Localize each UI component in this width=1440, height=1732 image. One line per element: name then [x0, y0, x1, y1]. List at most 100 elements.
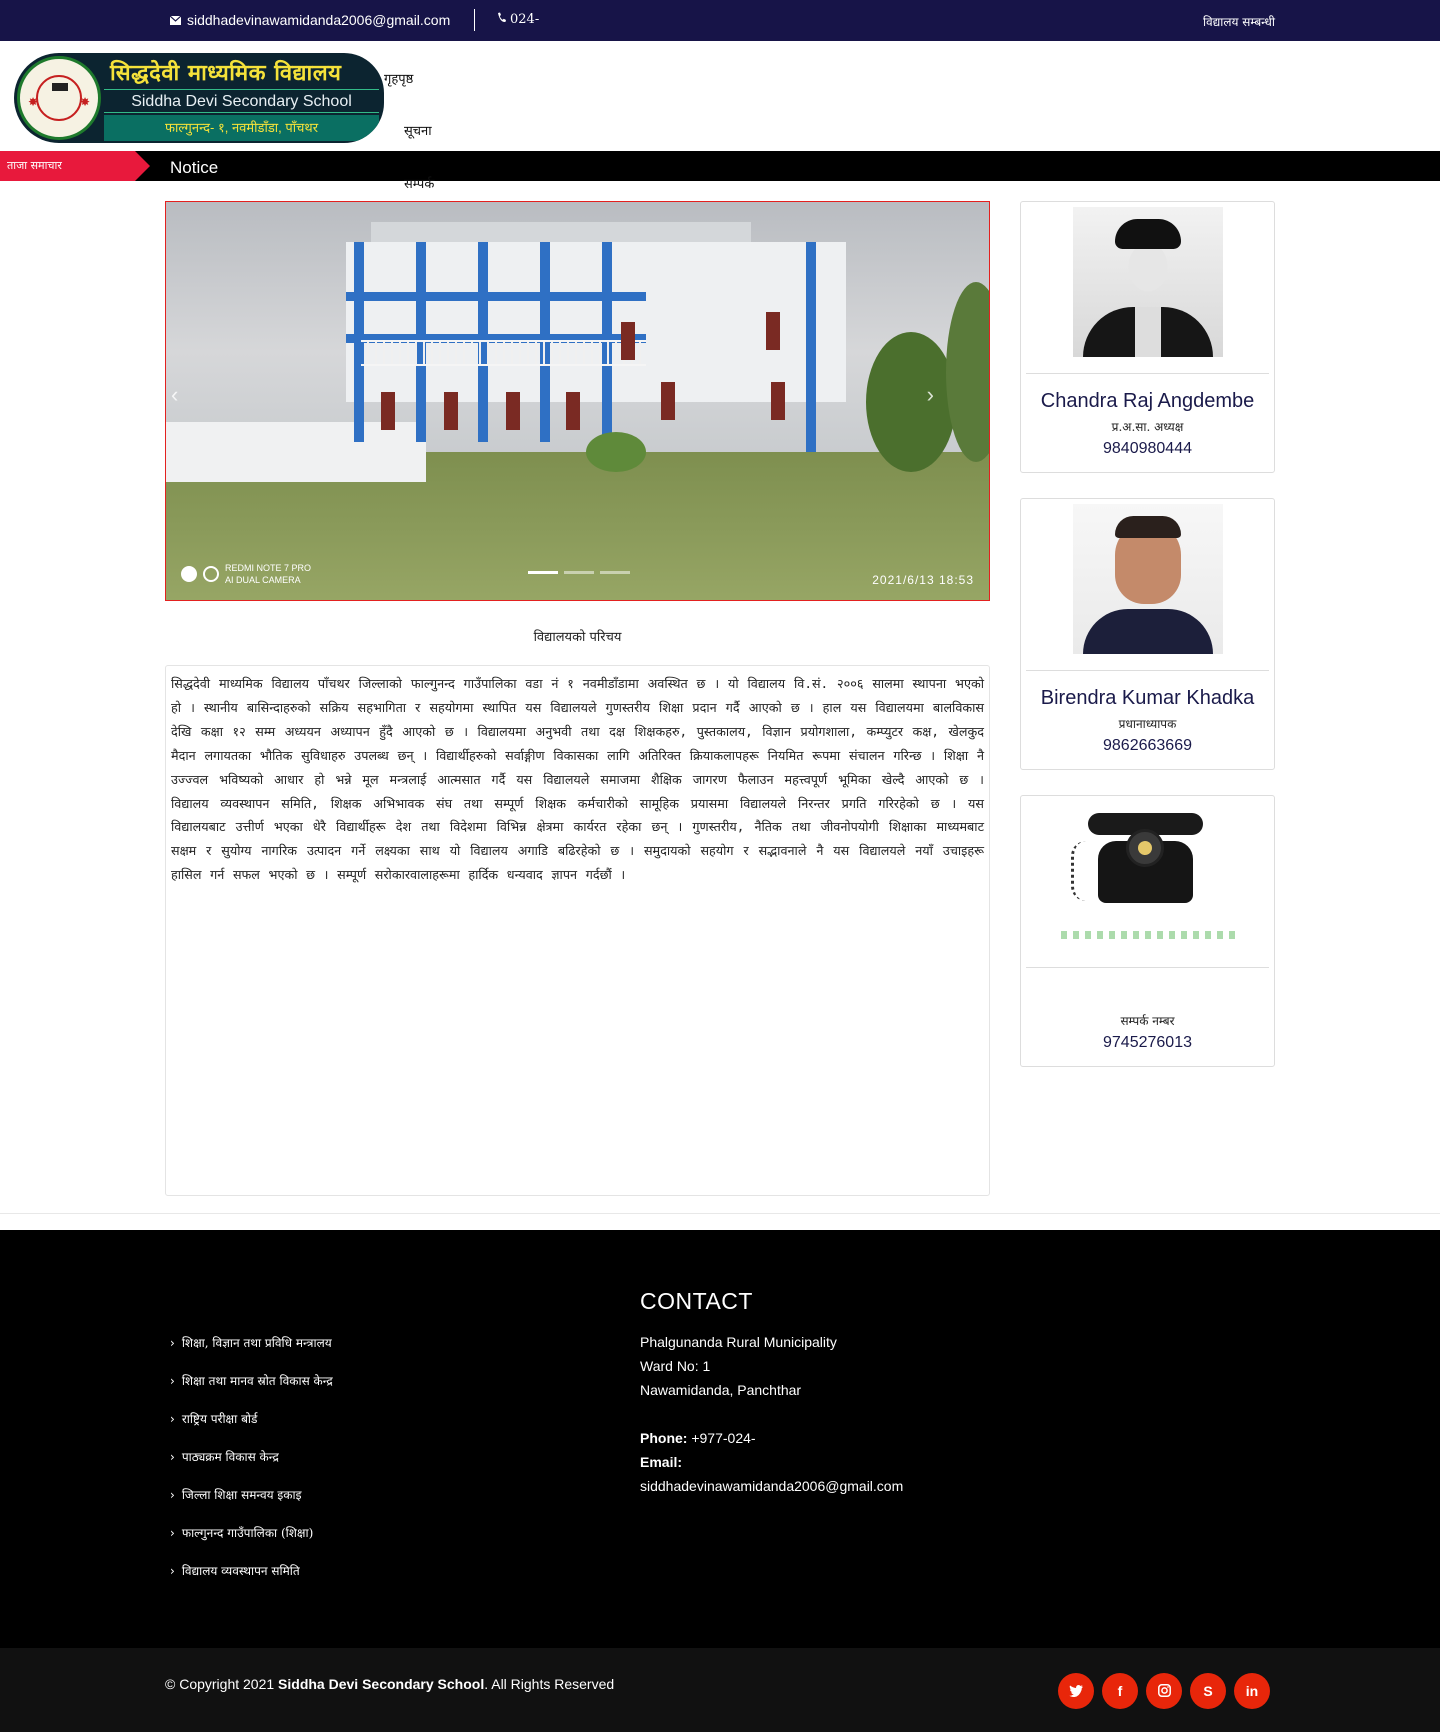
copyright-text: © Copyright 2021 Siddha Devi Secondary S…	[165, 1676, 614, 1692]
flower-icon: ✸	[28, 95, 39, 109]
building-door	[444, 392, 458, 430]
school-logo[interactable]: ✸ ✸ सिद्धदेवी माध्यमिक विद्यालय Siddha D…	[14, 53, 384, 143]
footer-link[interactable]: › शिक्षा, विज्ञान तथा प्रविधि मन्त्रालय	[170, 1334, 332, 1351]
footer-link[interactable]: › शिक्षा तथा मानव स्रोत विकास केन्द्र	[170, 1372, 333, 1389]
footer-divider	[0, 1213, 1440, 1214]
copyright-prefix: © Copyright 2021	[165, 1676, 279, 1692]
topbar-divider	[474, 9, 475, 31]
news-ticker: ताजा समाचार Notice	[0, 151, 1440, 181]
chevron-right-icon: ›	[170, 1563, 175, 1578]
building-door	[566, 392, 580, 430]
staff-card: Chandra Raj Angdembe प्र.अ.सा. अध्यक्ष 9…	[1020, 201, 1275, 473]
logo-title-nepali: सिद्धदेवी माध्यमिक विद्यालय	[110, 61, 342, 86]
graduation-cap-icon	[52, 83, 68, 91]
footer-link-text[interactable]: पाठ्यक्रम विकास केन्द्र	[182, 1448, 279, 1465]
card-divider	[1026, 373, 1269, 374]
staff-photo	[1073, 504, 1223, 654]
footer-link-text[interactable]: राष्ट्रिय परीक्षा बोर्ड	[182, 1410, 258, 1427]
chevron-right-icon: ›	[170, 1411, 175, 1426]
facebook-icon[interactable]: f	[1102, 1673, 1138, 1709]
logo-address: फाल्गुनन्द- १, नवमीडाँडा, पाँचथर	[104, 115, 379, 141]
side-building	[166, 422, 426, 482]
footer-link[interactable]: › पाठ्यक्रम विकास केन्द्र	[170, 1448, 279, 1465]
footer-link-text[interactable]: जिल्ला शिक्षा समन्वय इकाइ	[182, 1486, 302, 1503]
staff-phone[interactable]: 9840980444	[1021, 440, 1274, 458]
envelope-icon	[169, 12, 182, 28]
chevron-right-icon: ›	[170, 1335, 175, 1350]
ticker-text[interactable]: Notice	[170, 158, 218, 178]
phone-label: Phone:	[640, 1430, 688, 1446]
nav-notice[interactable]: सूचना	[404, 121, 432, 139]
chevron-right-icon: ›	[170, 1487, 175, 1502]
building-door	[621, 322, 635, 360]
chevron-right-icon: ›	[170, 1373, 175, 1388]
building-pillar	[806, 242, 816, 452]
footer-link-text[interactable]: विद्यालय व्यवस्थापन समिति	[182, 1562, 300, 1579]
contact-card: सम्पर्क नम्बर 9745276013	[1020, 795, 1275, 1067]
intro-title: विद्यालयको परिचय	[533, 630, 622, 645]
footer-link[interactable]: › जिल्ला शिक्षा समन्वय इकाइ	[170, 1486, 302, 1503]
building-door	[661, 382, 675, 420]
nav-contact[interactable]: सम्पर्क	[404, 174, 434, 192]
site-header: ✸ ✸ सिद्धदेवी माध्यमिक विद्यालय Siddha D…	[0, 41, 1440, 192]
site-footer: › शिक्षा, विज्ञान तथा प्रविधि मन्त्रालय ›…	[0, 1230, 1440, 1648]
intro-body: सिद्धदेवी माध्यमिक विद्यालय पाँचथर जिल्ल…	[171, 676, 984, 883]
instagram-icon[interactable]	[1146, 1673, 1182, 1709]
building-door	[506, 392, 520, 430]
card-divider	[1026, 670, 1269, 671]
twitter-icon[interactable]	[1058, 1673, 1094, 1709]
slide-indicator-1[interactable]	[528, 571, 558, 574]
camera-watermark: REDMI NOTE 7 PRO AI DUAL CAMERA	[181, 562, 311, 586]
contact-address-1: Phalgunanda Rural Municipality	[640, 1334, 837, 1350]
footer-phone[interactable]: +977-024-	[691, 1430, 755, 1446]
staff-name: Chandra Raj Angdembe	[1040, 390, 1255, 412]
staff-role: प्रधानाध्यापक	[1118, 717, 1177, 731]
contact-title: CONTACT	[640, 1288, 753, 1314]
skype-icon[interactable]: S	[1190, 1673, 1226, 1709]
building-door	[766, 312, 780, 350]
footer-link[interactable]: › विद्यालय व्यवस्थापन समिति	[170, 1562, 300, 1579]
logo-title-english: Siddha Devi Secondary School	[104, 89, 379, 113]
staff-name: Birendra Kumar Khadka	[1040, 687, 1255, 709]
slide-indicator-2[interactable]	[564, 571, 594, 574]
email-label-line: Email:	[640, 1454, 682, 1470]
ticker-label: ताजा समाचार	[0, 151, 135, 181]
school-seal: ✸ ✸	[17, 56, 101, 140]
copyright-suffix: . All Rights Reserved	[484, 1676, 615, 1692]
contact-phone-line: Phone: +977-024-	[640, 1430, 756, 1446]
staff-phone[interactable]: 9862663669	[1021, 737, 1274, 755]
footer-link-text[interactable]: शिक्षा तथा मानव स्रोत विकास केन्द्र	[182, 1372, 333, 1389]
chevron-right-icon: ›	[170, 1525, 175, 1540]
ticker-arrow	[135, 151, 150, 181]
slide-indicator-3[interactable]	[600, 571, 630, 574]
topbar-email-text[interactable]: siddhadevinawamidanda2006@gmail.com	[187, 12, 450, 28]
footer-link[interactable]: › राष्ट्रिय परीक्षा बोर्ड	[170, 1410, 257, 1427]
building-beam	[346, 292, 646, 301]
image-slider[interactable]: ‹ › REDMI NOTE 7 PRO AI DUAL CAMERA 2021…	[165, 201, 990, 601]
contact-phone[interactable]: 9745276013	[1021, 1034, 1274, 1052]
phone-icon	[497, 12, 506, 27]
staff-card: Birendra Kumar Khadka प्रधानाध्यापक 9862…	[1020, 498, 1275, 770]
telephone-image	[1026, 801, 1269, 951]
footer-link-text[interactable]: शिक्षा, विज्ञान तथा प्रविधि मन्त्रालय	[182, 1334, 332, 1351]
topbar-phone-text[interactable]: 024-	[510, 12, 539, 27]
footer-link[interactable]: › फाल्गुनन्द गाउँपालिका (शिक्षा)	[170, 1524, 313, 1541]
topbar-phone[interactable]: 024-	[497, 12, 539, 27]
topbar-right-link[interactable]: विद्यालय सम्बन्धी	[1203, 13, 1275, 30]
chevron-right-icon: ›	[170, 1449, 175, 1464]
slider-prev-icon[interactable]: ‹	[171, 382, 178, 408]
flower-icon: ✸	[79, 95, 90, 109]
camera-line-1: REDMI NOTE 7 PRO	[225, 563, 312, 573]
topbar-email[interactable]: siddhadevinawamidanda2006@gmail.com	[169, 12, 450, 28]
footer-link-text[interactable]: फाल्गुनन्द गाउँपालिका (शिक्षा)	[182, 1524, 314, 1541]
linkedin-icon[interactable]: in	[1234, 1673, 1270, 1709]
slider-next-icon[interactable]: ›	[927, 382, 934, 408]
staff-role: प्र.अ.सा. अध्यक्ष	[1111, 420, 1184, 434]
footer-email[interactable]: siddhadevinawamidanda2006@gmail.com	[640, 1478, 903, 1494]
top-bar: siddhadevinawamidanda2006@gmail.com 024-…	[0, 0, 1440, 41]
nav-home[interactable]: गृहपृष्ठ	[384, 69, 413, 87]
card-divider	[1026, 967, 1269, 968]
copyright-name: Siddha Devi Secondary School	[278, 1676, 485, 1692]
copyright-bar: © Copyright 2021 Siddha Devi Secondary S…	[0, 1648, 1440, 1732]
bush	[586, 432, 646, 472]
